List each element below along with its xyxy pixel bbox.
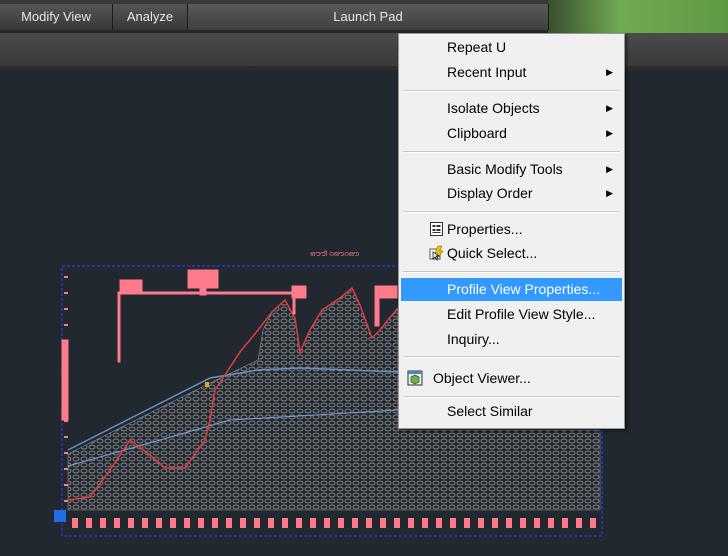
menu-item-inquiry[interactable]: Inquiry... — [401, 328, 622, 351]
menu-separator — [403, 211, 620, 213]
submenu-arrow-icon: ▶ — [606, 67, 613, 77]
menu-item-properties[interactable]: Properties... — [401, 218, 622, 241]
submenu-arrow-icon: ▶ — [606, 103, 613, 113]
menu-separator — [403, 151, 620, 153]
left-axis-ticks — [64, 276, 68, 502]
ribbon-accent — [548, 0, 728, 33]
menu-item-display-order[interactable]: Display Order ▶ — [401, 182, 622, 205]
menu-item-isolate-objects[interactable]: Isolate Objects ▶ — [401, 97, 622, 120]
menu-item-quick-select[interactable]: Quick Select... — [401, 242, 622, 265]
menu-separator — [403, 271, 620, 273]
properties-icon — [430, 222, 443, 236]
tab-launch-pad[interactable]: Launch Pad — [188, 4, 549, 30]
menu-item-recent-input[interactable]: Recent Input ▶ — [401, 61, 622, 84]
menu-separator — [403, 90, 620, 92]
object-viewer-icon — [407, 370, 423, 386]
submenu-arrow-icon: ▶ — [606, 164, 613, 174]
menu-item-clipboard[interactable]: Clipboard ▶ — [401, 122, 622, 145]
tab-analyze[interactable]: Analyze — [113, 4, 188, 30]
quick-select-icon — [429, 245, 444, 261]
grip-point[interactable] — [54, 510, 66, 522]
menu-separator — [403, 356, 620, 358]
submenu-arrow-icon: ▶ — [606, 128, 613, 138]
profile-view-title: ഔൗീ ഠഔഠഔ — [310, 250, 360, 258]
ribbon-tab-bar: Modify View Analyze Launch Pad — [0, 0, 728, 33]
station-labels — [72, 518, 596, 528]
vertex-marker — [205, 382, 209, 387]
context-menu: Repeat U Recent Input ▶ Isolate Objects … — [398, 33, 625, 429]
menu-item-select-similar[interactable]: Select Similar — [401, 400, 622, 423]
menu-item-repeat[interactable]: Repeat U — [401, 36, 622, 59]
menu-item-edit-profile-view-style[interactable]: Edit Profile View Style... — [401, 303, 622, 326]
menu-item-profile-view-properties[interactable]: Profile View Properties... — [401, 278, 622, 301]
menu-item-basic-modify-tools[interactable]: Basic Modify Tools ▶ — [401, 158, 622, 181]
menu-item-object-viewer[interactable]: Object Viewer... — [401, 367, 622, 390]
submenu-arrow-icon: ▶ — [606, 188, 613, 198]
tab-modify-view[interactable]: Modify View — [0, 4, 113, 30]
menu-separator — [403, 396, 620, 398]
